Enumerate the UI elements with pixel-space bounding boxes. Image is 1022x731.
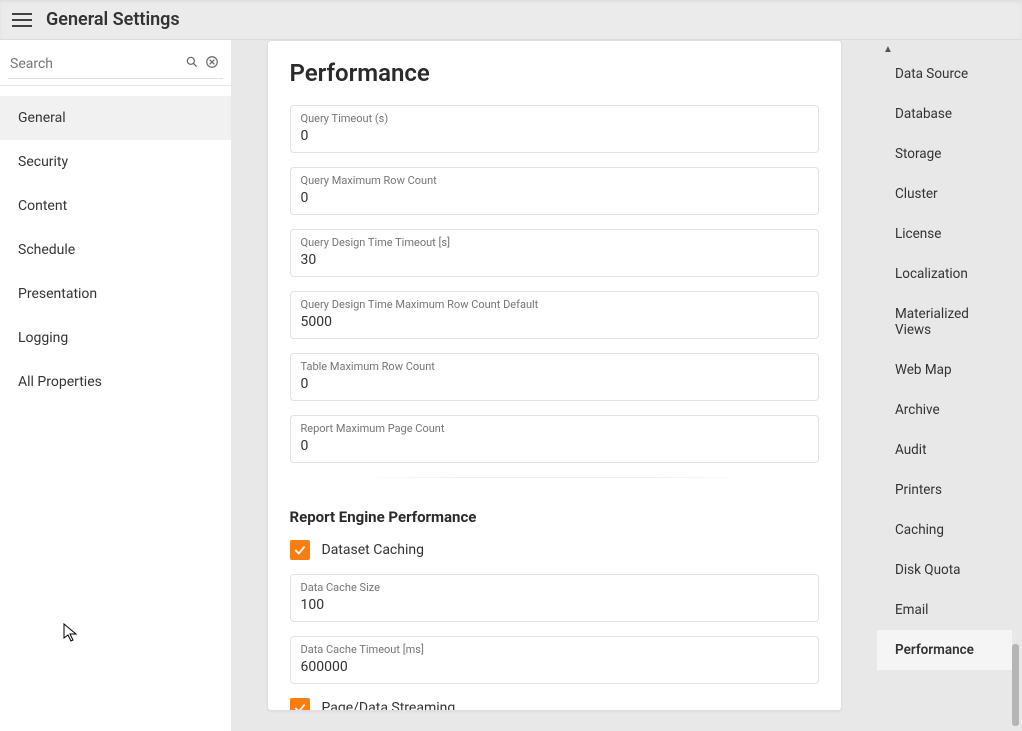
rail-item-materialized-views[interactable]: Materialized Views: [877, 294, 1012, 350]
rail-item-database[interactable]: Database: [877, 94, 1012, 134]
page-title: General Settings: [46, 9, 180, 30]
perf-label-5: Report Maximum Page Count: [301, 418, 808, 435]
rail-item-data-source[interactable]: Data Source: [877, 54, 1012, 94]
dataset-caching-label: Dataset Caching: [322, 542, 424, 558]
perf-input-0[interactable]: [301, 126, 808, 146]
sidebar-item-logging[interactable]: Logging: [0, 316, 231, 360]
sidebar-item-general[interactable]: General: [0, 96, 231, 140]
perf-label-4: Table Maximum Row Count: [301, 356, 808, 373]
cache-input-0[interactable]: [301, 595, 808, 615]
perf-input-2[interactable]: [301, 250, 808, 270]
perf-input-4[interactable]: [301, 374, 808, 394]
scroll-up-icon[interactable]: ▲: [883, 44, 893, 55]
cache-field-1: Data Cache Timeout [ms]: [290, 636, 819, 684]
sidebar-item-security[interactable]: Security: [0, 140, 231, 184]
sidebar-item-schedule[interactable]: Schedule: [0, 228, 231, 272]
cache-field-0: Data Cache Size: [290, 574, 819, 622]
rail-item-storage[interactable]: Storage: [877, 134, 1012, 174]
perf-input-5[interactable]: [301, 436, 808, 456]
rail-item-web-map[interactable]: Web Map: [877, 350, 1012, 390]
rail-scrollbar-track[interactable]: [1012, 40, 1020, 731]
rail-scrollbar-thumb[interactable]: [1012, 644, 1019, 726]
clear-icon[interactable]: [205, 54, 219, 73]
rail-item-archive[interactable]: Archive: [877, 390, 1012, 430]
center-scrollbar-track[interactable]: [866, 40, 874, 731]
subsection-title: Report Engine Performance: [290, 508, 819, 526]
center-column: Performance Query Timeout (s) Query Maxim…: [231, 40, 877, 731]
sidebar-left: GeneralSecurityContentSchedulePresentati…: [0, 40, 231, 731]
perf-label-0: Query Timeout (s): [301, 108, 808, 125]
rail-item-audit[interactable]: Audit: [877, 430, 1012, 470]
right-rail: ▲ Data SourceDatabaseStorageClusterLicen…: [877, 40, 1022, 731]
perf-field-1: Query Maximum Row Count: [290, 167, 819, 215]
cache-label-1: Data Cache Timeout [ms]: [301, 639, 808, 656]
rail-item-disk-quota[interactable]: Disk Quota: [877, 550, 1012, 590]
dataset-caching-checkbox[interactable]: [290, 540, 310, 560]
search-icon[interactable]: [185, 54, 199, 73]
sidebar-item-all-properties[interactable]: All Properties: [0, 360, 231, 404]
rail-item-email[interactable]: Email: [877, 590, 1012, 630]
app-header: General Settings: [0, 0, 1022, 40]
rail-item-printers[interactable]: Printers: [877, 470, 1012, 510]
rail-item-localization[interactable]: Localization: [877, 254, 1012, 294]
rail-item-performance[interactable]: Performance: [877, 630, 1012, 670]
cache-label-0: Data Cache Size: [301, 577, 808, 594]
perf-label-3: Query Design Time Maximum Row Count Defa…: [301, 294, 808, 311]
page-data-streaming-checkbox[interactable]: [290, 698, 310, 711]
cache-input-1[interactable]: [301, 657, 808, 677]
perf-field-4: Table Maximum Row Count: [290, 353, 819, 401]
perf-field-3: Query Design Time Maximum Row Count Defa…: [290, 291, 819, 339]
perf-field-2: Query Design Time Timeout [s]: [290, 229, 819, 277]
rail-item-caching[interactable]: Caching: [877, 510, 1012, 550]
divider: [350, 477, 759, 478]
perf-field-0: Query Timeout (s): [290, 105, 819, 153]
perf-label-1: Query Maximum Row Count: [301, 170, 808, 187]
menu-icon[interactable]: [12, 13, 32, 27]
perf-label-2: Query Design Time Timeout [s]: [301, 232, 808, 249]
perf-input-3[interactable]: [301, 312, 808, 332]
perf-input-1[interactable]: [301, 188, 808, 208]
settings-card: Performance Query Timeout (s) Query Maxim…: [267, 40, 842, 711]
search-row: [0, 40, 231, 86]
perf-field-5: Report Maximum Page Count: [290, 415, 819, 463]
rail-item-cluster[interactable]: Cluster: [877, 174, 1012, 214]
sidebar-item-presentation[interactable]: Presentation: [0, 272, 231, 316]
page-data-streaming-label: Page/Data Streaming: [322, 700, 456, 711]
section-title: Performance: [290, 59, 819, 87]
sidebar-item-content[interactable]: Content: [0, 184, 231, 228]
rail-item-license[interactable]: License: [877, 214, 1012, 254]
